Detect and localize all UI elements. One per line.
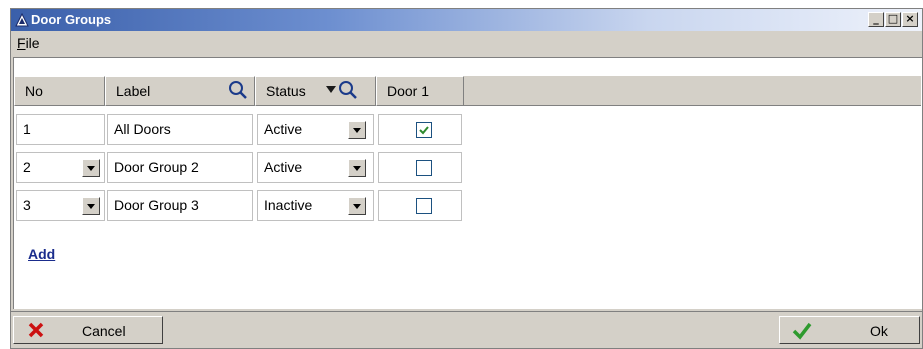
no-dropdown-button[interactable]: [82, 159, 100, 177]
row-no-value: 3: [23, 197, 31, 213]
button-bar: Cancel Ok: [11, 311, 922, 348]
column-header-door1[interactable]: Door 1: [376, 76, 464, 106]
menu-file[interactable]: File: [17, 35, 40, 51]
row-label-cell[interactable]: All Doors: [107, 114, 253, 145]
check-icon: [419, 126, 429, 135]
cancel-button[interactable]: Cancel: [13, 316, 163, 344]
row-door1-cell: [378, 190, 462, 221]
menu-file-rest: ile: [25, 35, 40, 51]
status-dropdown-button[interactable]: [348, 159, 366, 177]
row-label-value: Door Group 3: [114, 197, 199, 213]
ok-button[interactable]: Ok: [779, 316, 920, 344]
red-x-icon: [28, 322, 44, 341]
column-header-door1-text: Door 1: [387, 83, 430, 99]
window-title: Door Groups: [31, 12, 112, 27]
row-status-select[interactable]: Active: [257, 152, 374, 183]
no-dropdown-button[interactable]: [82, 197, 100, 215]
add-link[interactable]: Add: [28, 246, 55, 262]
magnifier-icon[interactable]: [228, 80, 248, 103]
door-groups-window: Door Groups _ □ × File No Label Status D…: [10, 8, 923, 349]
triangle-app-icon: [15, 12, 29, 27]
row-status-value: Active: [264, 121, 303, 137]
row-label-value: Door Group 2: [114, 159, 199, 175]
row-label-value: All Doors: [114, 121, 171, 137]
door1-checkbox[interactable]: [416, 198, 432, 214]
grid-panel: No Label Status Door 1 1 All Doors Activ…: [13, 57, 922, 309]
row-status-select[interactable]: Inactive: [257, 190, 374, 221]
row-no-value: 1: [23, 121, 31, 137]
row-label-cell[interactable]: Door Group 2: [107, 152, 253, 183]
minimize-button[interactable]: _: [868, 12, 884, 27]
menu-bar: File: [11, 31, 922, 55]
door1-checkbox[interactable]: [416, 160, 432, 176]
status-dropdown-button[interactable]: [348, 197, 366, 215]
door1-checkbox[interactable]: [416, 122, 432, 138]
row-status-value: Active: [264, 159, 303, 175]
maximize-button[interactable]: □: [885, 12, 901, 27]
title-bar[interactable]: Door Groups _ □ ×: [11, 9, 922, 31]
column-header-no[interactable]: No: [14, 76, 105, 106]
row-no-select[interactable]: 2: [16, 152, 105, 183]
ok-button-label: Ok: [870, 323, 888, 339]
cancel-button-label: Cancel: [82, 323, 126, 339]
row-no-cell[interactable]: 1: [16, 114, 105, 145]
column-header-status[interactable]: Status: [255, 76, 376, 106]
column-header-no-label: No: [25, 83, 43, 99]
row-no-value: 2: [23, 159, 31, 175]
row-label-cell[interactable]: Door Group 3: [107, 190, 253, 221]
close-icon: ×: [905, 12, 915, 25]
filter-magnifier-icon[interactable]: [326, 80, 370, 105]
green-check-icon: [792, 322, 812, 343]
minimize-icon: _: [873, 12, 879, 25]
maximize-icon: □: [887, 12, 899, 25]
column-header-label-text: Label: [116, 83, 151, 99]
close-button[interactable]: ×: [902, 12, 918, 27]
column-header-status-text: Status: [266, 83, 306, 99]
column-header-label[interactable]: Label: [105, 76, 255, 106]
row-door1-cell: [378, 114, 462, 145]
row-no-select[interactable]: 3: [16, 190, 105, 221]
menu-file-mnemonic: F: [17, 35, 26, 51]
status-dropdown-button[interactable]: [348, 121, 366, 139]
row-status-select[interactable]: Active: [257, 114, 374, 145]
row-status-value: Inactive: [264, 197, 313, 213]
row-door1-cell: [378, 152, 462, 183]
